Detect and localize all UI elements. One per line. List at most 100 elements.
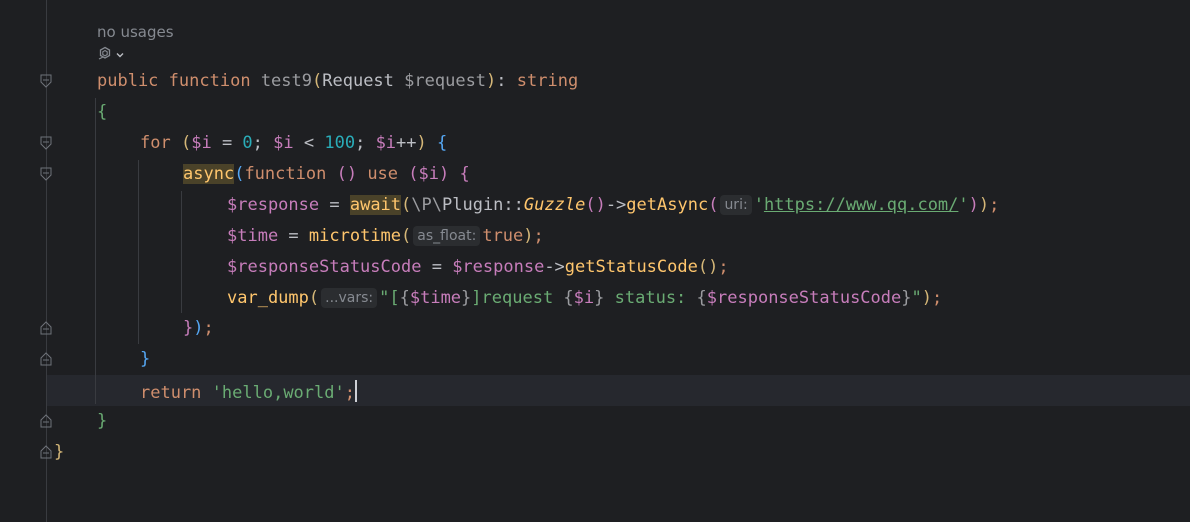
semicolon: ; [932,288,943,308]
paren: () [336,164,358,184]
fold-marker-function-end[interactable] [40,414,52,428]
param-hint: as_float: [413,226,481,246]
operator: = [278,226,309,246]
operator: = [421,257,453,277]
paren: ) [486,71,497,91]
method-call: getStatusCode [564,257,698,277]
paren: ( [401,226,412,246]
paren: ) [523,226,534,246]
semicolon: ; [203,318,214,338]
colon: : [496,71,507,91]
operator: = [211,133,243,153]
string: status: [604,288,697,308]
param-hint: ...vars: [321,288,378,308]
fold-marker-async[interactable] [40,167,52,181]
paren: () [697,257,719,277]
code-line-for[interactable]: for ($i = 0; $i < 100; $i++) { [140,133,447,153]
code-line-async[interactable]: async(function () use ($i) { [183,164,470,184]
variable: $i [418,164,440,184]
code-line-fn-close[interactable]: } [97,411,107,431]
fold-marker-class-end[interactable] [40,445,52,459]
semicolon: ; [252,133,274,153]
type-name: Request [322,71,394,91]
number: 100 [324,133,356,153]
brace: } [183,318,194,338]
paren: ( [408,164,419,184]
code-line-return[interactable]: return 'hello,world'; [140,380,357,403]
function-call: var_dump [227,288,309,308]
code-line-async-close[interactable]: }); [183,318,214,338]
variable: $i [191,133,212,153]
paren: ) [968,195,979,215]
keyword: return [140,383,202,403]
semicolon: ; [718,257,729,277]
param-var: $request [404,71,487,91]
semicolon: ; [355,133,376,153]
code-line-status[interactable]: $responseStatusCode = $response->getStat… [227,257,729,277]
brace: } [140,349,151,369]
paren: ) [416,133,427,153]
code-editor[interactable]: no usages public function test9(Request … [0,0,1190,522]
code-line-fn-open[interactable]: { [97,102,107,122]
fold-marker-function[interactable] [40,74,52,88]
operator: ++ [396,133,417,153]
interp-brace: { [696,288,707,308]
brace: } [97,411,108,431]
operator: -> [544,257,565,277]
code-line-time[interactable]: $time = microtime(as_float: true); [227,226,544,246]
fold-marker-async-end[interactable] [40,321,52,335]
operator: -> [605,195,627,215]
ai-inlay[interactable] [97,46,125,67]
static-method: Guzzle [523,195,586,215]
semicolon: ; [989,195,1000,215]
string: ]request [471,288,564,308]
operator: :: [503,195,524,215]
interp-brace: { [399,288,410,308]
variable: $time [409,288,462,308]
paren: ) [921,288,932,308]
usages-inlay[interactable]: no usages [97,23,174,41]
function-call: await [349,195,402,215]
paren: ) [978,195,990,215]
paren: ( [308,288,320,308]
variable: $responseStatusCode [227,257,422,277]
variable: $response [452,257,545,277]
chevron-down-icon[interactable] [115,47,125,65]
code-line-signature[interactable]: public function test9(Request $request):… [97,71,578,91]
paren: ( [234,164,245,184]
code-line-for-close[interactable]: } [140,349,150,369]
code-line-var-dump[interactable]: var_dump(...vars: "[{$time}]request {$i} … [227,288,942,308]
string-quote: ' [958,195,969,215]
brace: { [437,133,448,153]
function-call: microtime [308,226,402,246]
paren: ) [439,164,450,184]
paren: ( [708,195,719,215]
variable: $i [375,133,397,153]
method-call: getAsync [626,195,709,215]
namespace: \P\ [411,195,442,215]
interp-brace: { [563,288,574,308]
variable: $time [227,226,279,246]
url-link[interactable]: https://www.qq.com/ [764,195,958,215]
indent-guide [138,160,139,344]
code-line-class-close[interactable]: } [54,442,64,462]
number: 0 [242,133,253,153]
return-type: string [516,71,579,91]
keyword: for [140,133,171,153]
ai-assistant-icon[interactable] [97,46,113,67]
interp-brace: } [901,288,912,308]
variable: $i [273,133,294,153]
code-line-response[interactable]: $response = await(\P\Plugin::Guzzle()->g… [227,195,999,215]
variable: $i [573,288,595,308]
brace: { [97,102,108,122]
indent-guide [95,98,96,404]
fold-marker-for[interactable] [40,136,52,150]
class-name: Plugin [442,195,504,215]
function-call: async [183,164,235,184]
paren: ( [401,195,412,215]
interp-brace: } [461,288,472,308]
interp-brace: } [594,288,605,308]
string: " [911,288,922,308]
fold-marker-for-end[interactable] [40,352,52,366]
param-hint: uri: [720,195,752,215]
